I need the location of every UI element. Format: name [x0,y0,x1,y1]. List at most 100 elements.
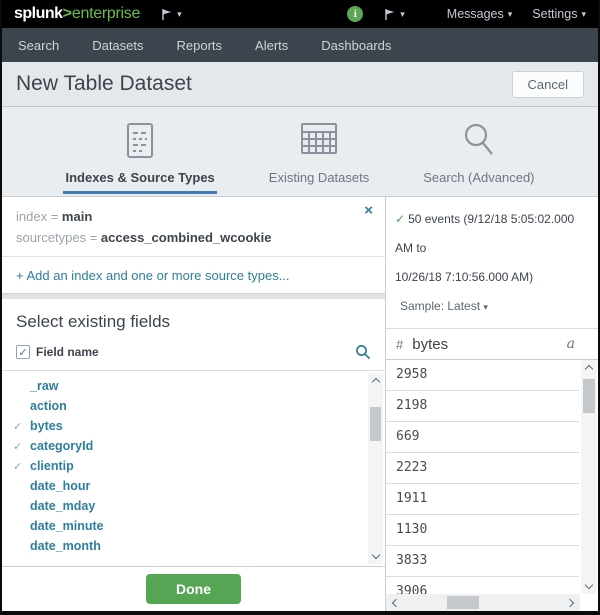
tab-search-advanced[interactable]: Search (Advanced) [421,122,536,196]
tab-indexes-source-types[interactable]: Indexes & Source Types [63,122,216,196]
tab-label: Existing Datasets [267,170,371,194]
app-window: splunk>enterprise ▾ i ▾ Messages ▾ Setti… [0,0,600,615]
activity-button[interactable]: ▾ [383,8,405,21]
scrollbar-thumb[interactable] [370,407,381,441]
nav-item-datasets[interactable]: Datasets [92,38,143,53]
caret-down-icon: ▾ [508,9,513,20]
nav-bar: Search Datasets Reports Alerts Dashboards [2,28,598,62]
nav-item-alerts[interactable]: Alerts [255,38,288,53]
table-grid-icon [300,122,338,162]
index-line: index = main [16,206,371,227]
field-name-label: date_month [30,539,101,553]
index-selection-card: index = main sourcetypes = access_combin… [2,197,385,257]
bytes-column-header[interactable]: bytes [412,336,448,353]
select-all-checkbox[interactable]: ✓ [16,345,30,359]
sample-dropdown[interactable]: Sample: Latest ▾ [395,292,592,322]
table-row: 1911 [386,484,579,515]
index-label: index = [16,209,58,224]
field-search-button[interactable] [355,344,371,360]
check-icon: ✓ [395,212,405,226]
table-row: 669 [386,422,579,453]
page-header: New Table Dataset Cancel [2,62,598,107]
scrollbar-thumb[interactable] [447,596,479,609]
numeric-type-icon: # [396,337,403,352]
nav-item-dashboards[interactable]: Dashboards [321,38,391,53]
field-item-_raw[interactable]: _raw [2,376,385,396]
logo-product-text: enterprise [72,5,140,23]
table-horizontal-scrollbar[interactable] [386,594,580,611]
nav-item-search[interactable]: Search [18,38,59,53]
add-index-link[interactable]: + Add an index and one or more source ty… [2,257,385,293]
field-name-label: categoryId [30,439,93,453]
nav-item-reports[interactable]: Reports [177,38,223,53]
logo-gt-text: > [63,5,72,23]
scrollbar-track[interactable] [581,375,597,579]
field-item-date_mday[interactable]: date_mday [2,496,385,516]
settings-menu[interactable]: Settings ▾ [532,7,586,21]
field-header-row: ✓ Field name [2,336,385,371]
field-item-bytes[interactable]: ✓bytes [2,416,385,436]
pennant-icon [160,8,173,21]
messages-menu[interactable]: Messages ▾ [447,7,513,21]
app-switcher-button[interactable]: ▾ [160,8,182,21]
sourcetypes-label: sourcetypes = [16,230,97,245]
field-item-categoryId[interactable]: ✓categoryId [2,436,385,456]
events-summary: ✓50 events (9/12/18 5:05:02.000 AM to 10… [386,197,598,329]
scroll-right-button[interactable] [563,594,580,611]
field-name-label: bytes [30,419,63,433]
index-value: main [62,209,92,224]
field-name-label: date_mday [30,499,95,513]
caret-down-icon: ▾ [483,302,488,312]
sourcetypes-value: access_combined_wcookie [101,230,272,245]
page-title: New Table Dataset [16,72,192,96]
messages-label: Messages [447,7,504,21]
preview-panel: ✓50 events (9/12/18 5:05:02.000 AM to 10… [386,197,598,611]
settings-label: Settings [532,7,577,21]
field-name-label: clientip [30,459,74,473]
field-name-label: date_minute [30,519,104,533]
field-header-label: Field name [36,345,99,359]
logo-brand-text: splunk [14,5,63,23]
bytes-cell: 3833 [396,553,427,568]
bytes-cell: 1911 [396,491,427,506]
scroll-up-button[interactable] [368,373,384,388]
field-item-clientip[interactable]: ✓clientip [2,456,385,476]
table-row: 2223 [386,453,579,484]
check-icon: ✓ [13,440,30,453]
close-icon[interactable]: × [364,203,373,218]
dataset-source-tabs: Indexes & Source Types Existing Datasets S… [2,107,598,197]
table-row: 2198 [386,391,579,422]
field-item-date_hour[interactable]: date_hour [2,476,385,496]
tab-label: Search (Advanced) [421,170,536,194]
preview-table-body: 2958219866922231911113038333906996 [386,360,598,611]
scroll-left-button[interactable] [386,594,403,611]
scrollbar-track[interactable] [368,388,383,549]
select-fields-title: Select existing fields [2,299,385,336]
splunk-logo[interactable]: splunk>enterprise [14,5,140,23]
tab-existing-datasets[interactable]: Existing Datasets [267,122,371,196]
bytes-cell: 2223 [396,460,427,475]
scrollbar-track[interactable] [403,594,563,611]
top-bar: splunk>enterprise ▾ i ▾ Messages ▾ Setti… [2,0,598,28]
bytes-cell: 669 [396,429,419,444]
string-type-icon: a [567,336,575,352]
pennant-icon [383,8,396,21]
field-list-scrollbar[interactable] [368,373,383,564]
scroll-down-button[interactable] [581,579,597,594]
field-name-label: date_hour [30,479,90,493]
scroll-down-button[interactable] [368,549,384,564]
cancel-button[interactable]: Cancel [512,71,584,98]
field-item-action[interactable]: action [2,396,385,416]
table-row: 1130 [386,515,579,546]
table-vertical-scrollbar[interactable] [581,360,597,594]
scrollbar-thumb[interactable] [583,379,595,413]
field-item-date_month[interactable]: date_month [2,536,385,556]
scroll-up-button[interactable] [581,360,597,375]
done-button[interactable]: Done [146,574,241,604]
info-icon[interactable]: i [347,6,363,22]
main-content: index = main sourcetypes = access_combin… [2,197,598,611]
caret-down-icon: ▾ [400,9,405,20]
field-item-date_minute[interactable]: date_minute [2,516,385,536]
bytes-cell: 1130 [396,522,427,537]
left-panel: index = main sourcetypes = access_combin… [2,197,386,611]
